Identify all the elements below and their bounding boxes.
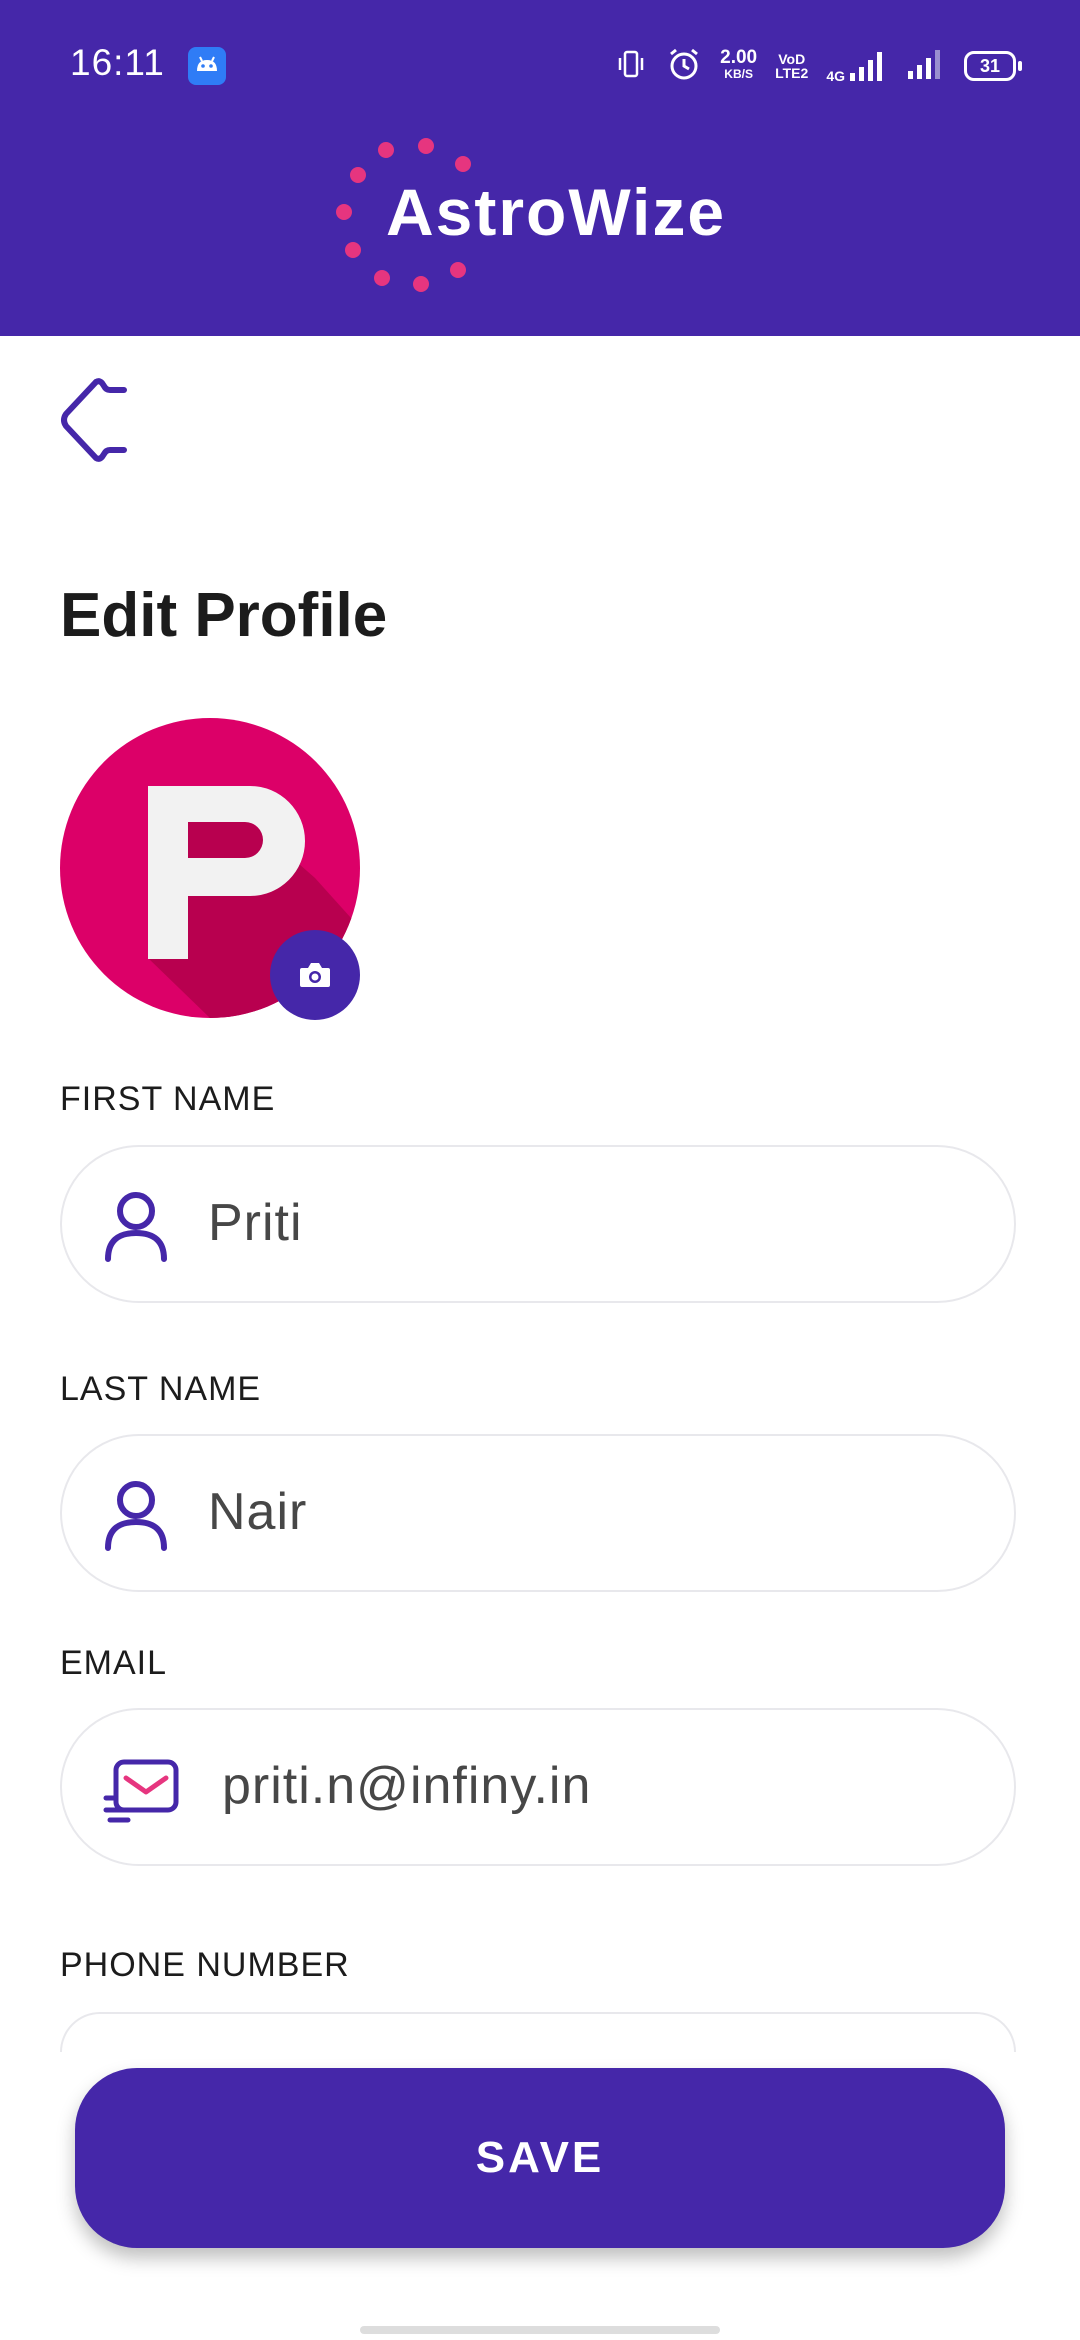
email-icon [102,1750,182,1830]
email-label: EMAIL [60,1644,168,1682]
page-title: Edit Profile [60,581,388,650]
network-type: 4G [826,68,845,84]
network-speed-value: 2.00 [720,47,758,68]
email-field[interactable]: priti.n@infiny.in [60,1708,1016,1866]
last-name-value[interactable]: Nair [208,1482,307,1542]
save-button[interactable]: SAVE [75,2068,1005,2248]
home-indicator[interactable] [360,2326,720,2334]
last-name-field[interactable]: Nair [60,1434,1016,1592]
phone-number-label: PHONE NUMBER [60,1946,350,1984]
network-speed-unit: KB/S [724,67,753,81]
astrowize-logo: AstroWize [328,132,758,302]
status-icons: 2.00 KB/S VoD LTE2 4G 31 [614,44,1022,88]
first-name-label: FIRST NAME [60,1080,276,1118]
battery-icon: 31 [964,51,1022,81]
logo-text: AstroWize [386,175,727,249]
signal-icon [906,47,946,86]
person-icon [96,1476,176,1556]
volte-bottom: LTE2 [775,65,809,81]
change-photo-button[interactable] [270,930,360,1020]
back-button[interactable] [58,376,138,464]
camera-icon [300,963,330,987]
first-name-value[interactable]: Priti [208,1193,303,1253]
android-notification-icon [188,47,226,85]
app-header: 16:11 2.00 KB/S VoD LTE2 4G 31 AstroWize [0,0,1080,336]
back-arrow-icon [61,378,127,462]
volte-indicator: VoD LTE2 [775,52,808,80]
status-time: 16:11 [70,42,165,83]
profile-avatar[interactable]: P [60,718,360,1020]
status-bar: 16:11 2.00 KB/S VoD LTE2 4G 31 [0,0,1080,130]
person-icon [96,1187,176,1267]
first-name-field[interactable]: Priti [60,1145,1016,1303]
signal-4g-icon: 4G [826,49,888,83]
email-value[interactable]: priti.n@infiny.in [222,1756,591,1816]
network-speed: 2.00 KB/S [720,47,758,83]
alarm-icon [666,46,702,87]
vibrate-icon [614,47,648,86]
last-name-label: LAST NAME [60,1370,262,1408]
phone-number-field[interactable] [60,2012,1016,2052]
